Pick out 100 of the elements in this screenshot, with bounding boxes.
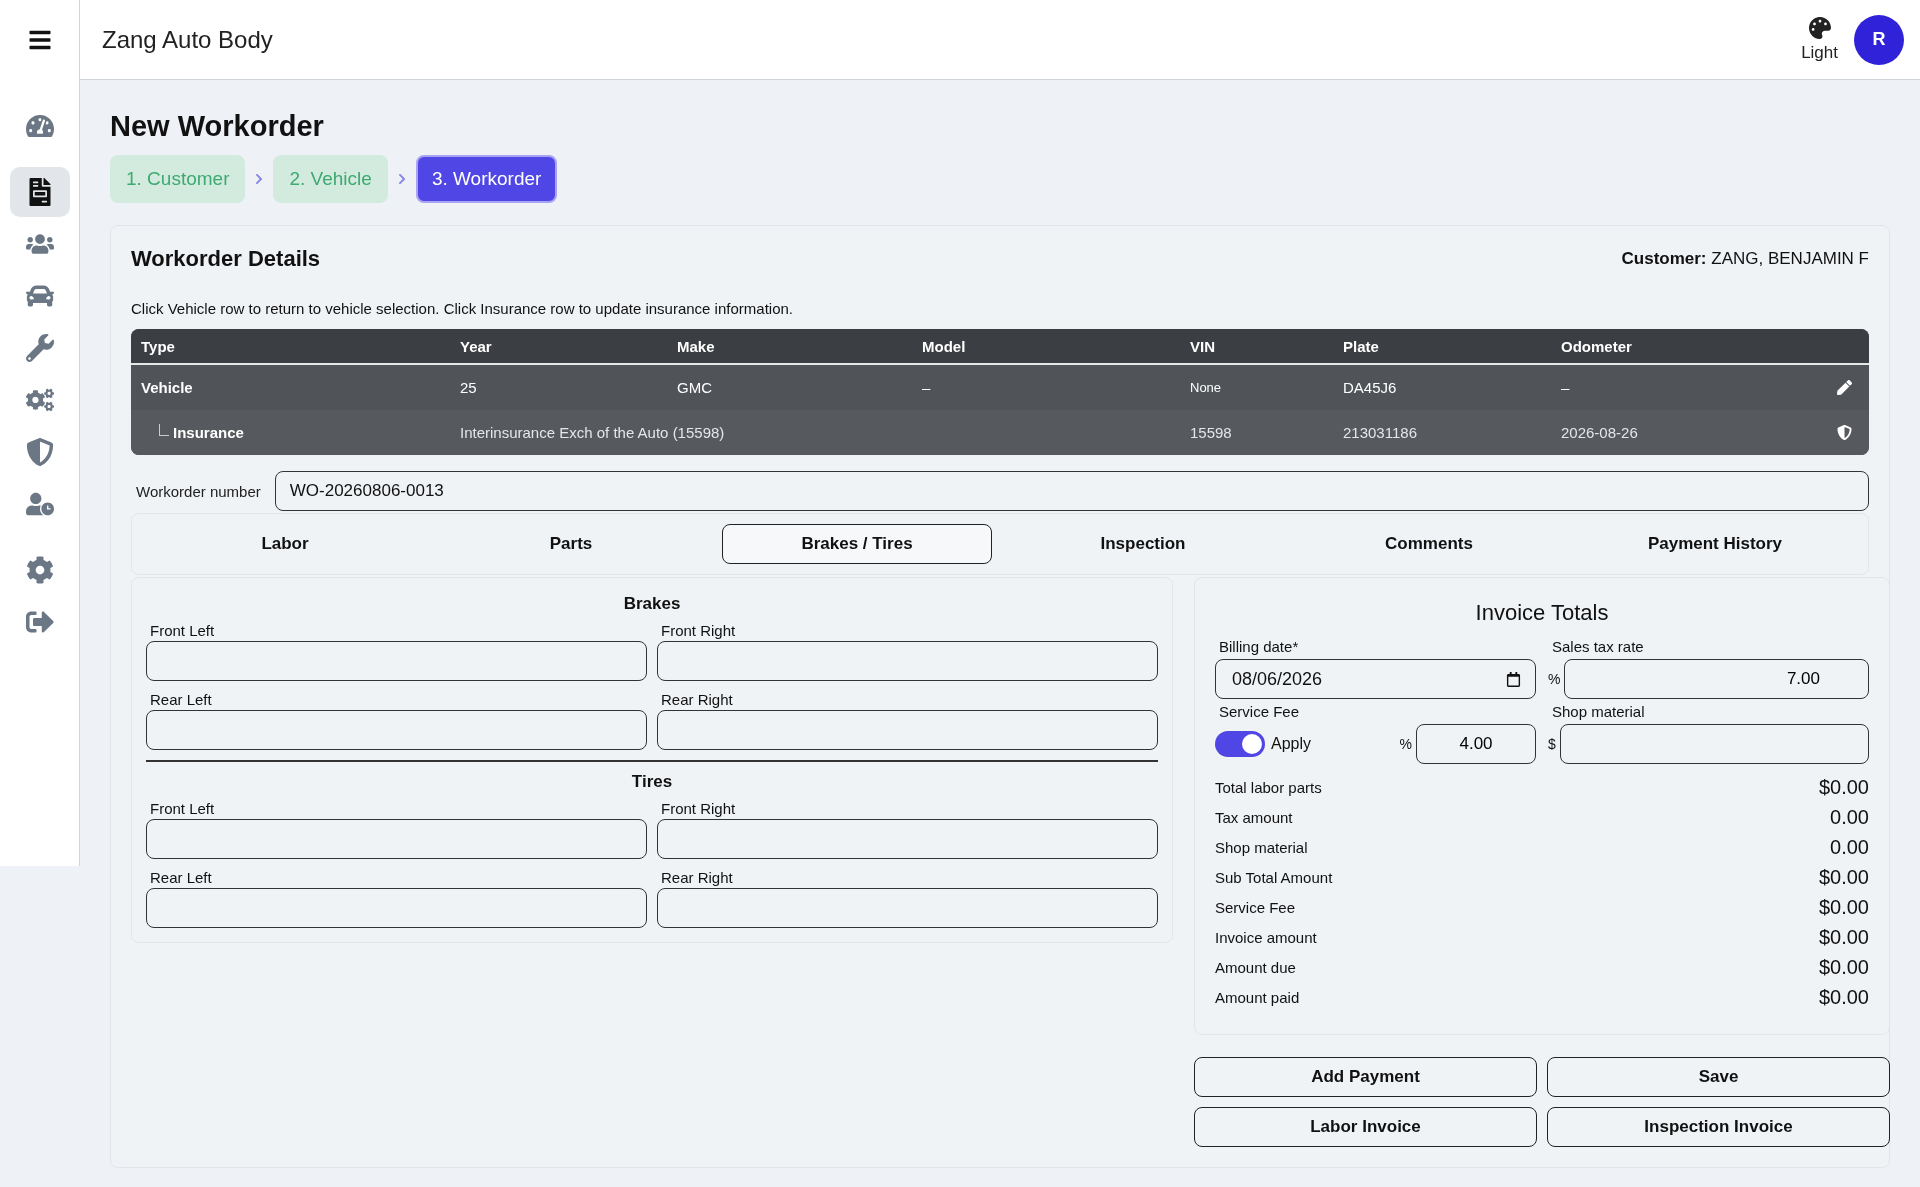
field-label: Billing date*	[1218, 638, 1300, 655]
input-field[interactable]	[657, 710, 1158, 750]
step-button[interactable]: 3. Workorder	[415, 155, 558, 203]
input-field[interactable]	[657, 888, 1158, 928]
prefix-text: $	[1548, 736, 1556, 752]
input-field[interactable]	[657, 641, 1158, 681]
date-field[interactable]: 08/06/2026	[1215, 659, 1536, 699]
table-cell: Interinsurance Exch of the Auto (15598)	[460, 424, 725, 441]
sidebar-item[interactable]	[9, 167, 70, 217]
edit-icon[interactable]	[1836, 380, 1852, 395]
total-label: Service Fee	[1215, 898, 1296, 916]
table-cell: 2026-08-26	[1561, 424, 1638, 441]
input-field[interactable]	[146, 819, 647, 859]
gauge-icon	[25, 112, 54, 140]
table-cell: 213031186	[1343, 424, 1417, 441]
total-label: Sub Total Amount	[1215, 868, 1333, 886]
total-label: Total labor parts	[1215, 778, 1322, 796]
user-avatar[interactable]: R	[1854, 14, 1904, 65]
field-label: Rear Right	[660, 869, 734, 886]
toggle-label: Apply	[1271, 735, 1313, 753]
action-button[interactable]: Save	[1547, 1057, 1890, 1097]
calendar-icon[interactable]	[1506, 671, 1521, 687]
invoice-title: Invoice Totals	[1474, 600, 1610, 626]
prefix-text: %	[1548, 671, 1561, 687]
shield-icon	[25, 438, 54, 466]
toggle-switch[interactable]	[1215, 731, 1265, 757]
input-field[interactable]	[146, 710, 647, 750]
section-heading: Tires	[630, 772, 674, 792]
total-value: $0.00	[1818, 775, 1869, 799]
action-button[interactable]: Inspection Invoice	[1547, 1107, 1890, 1147]
total-value: 0.00	[1830, 805, 1869, 829]
input-field[interactable]: 4.00	[1416, 724, 1536, 764]
column-header: Year	[459, 337, 493, 355]
action-button[interactable]: Add Payment	[1194, 1057, 1537, 1097]
table-cell: DA45J6	[1343, 379, 1397, 396]
gears-icon	[25, 386, 54, 414]
table-cell: None	[1190, 380, 1222, 395]
table-cell: 25	[460, 379, 477, 396]
total-label: Amount due	[1215, 958, 1296, 976]
table-cell: Insurance	[173, 424, 244, 441]
shield-icon[interactable]	[1836, 425, 1852, 440]
field-label: Shop material	[1551, 703, 1646, 720]
tab[interactable]: Parts	[436, 524, 706, 564]
tab[interactable]: Labor	[150, 524, 420, 564]
total-value: 0.00	[1830, 835, 1869, 859]
field-label: Sales tax rate	[1551, 638, 1645, 655]
field-label: Rear Left	[149, 691, 213, 708]
app-title: Zang Auto Body	[102, 25, 274, 54]
column-header: Model	[921, 337, 967, 355]
tab[interactable]: Brakes / Tires	[722, 524, 992, 564]
total-label: Shop material	[1215, 838, 1308, 856]
field-label: Workorder number	[136, 482, 261, 500]
field-label: Front Left	[149, 622, 216, 639]
section-title: Workorder Details	[131, 246, 321, 272]
table-cell: –	[922, 379, 931, 396]
input-field[interactable]	[146, 641, 647, 681]
input-field[interactable]: 7.00	[1564, 659, 1869, 699]
field-label: Front Right	[660, 622, 737, 639]
page-title: New Workorder	[110, 110, 325, 143]
hint-text: Click Vehicle row to return to vehicle selection. Click Insurance row to update insurance information.	[131, 300, 794, 317]
user-clock-icon	[25, 490, 54, 518]
input-field[interactable]	[146, 888, 647, 928]
table-row[interactable]: Insurance Interinsurance Exch of the Auto (15598) 15598 213031186 2026-08-26	[131, 410, 1869, 455]
wrench-icon	[25, 334, 54, 362]
field-label: Rear Left	[149, 869, 213, 886]
field-label: Rear Right	[660, 691, 734, 708]
total-value: $0.00	[1818, 985, 1869, 1009]
field-label: Front Left	[149, 800, 216, 817]
tree-branch-icon	[159, 423, 169, 436]
tab[interactable]: Comments	[1294, 524, 1564, 564]
table-cell: 15598	[1190, 424, 1232, 441]
tab[interactable]: Inspection	[1008, 524, 1278, 564]
total-value: $0.00	[1818, 955, 1869, 979]
total-label: Tax amount	[1215, 808, 1293, 826]
column-header: Odometer	[1560, 337, 1633, 355]
table-cell: GMC	[677, 379, 712, 396]
table-cell: Vehicle	[141, 379, 193, 396]
field-label: Front Right	[660, 800, 737, 817]
theme-button[interactable]: Light	[1801, 16, 1838, 63]
input-field[interactable]	[1559, 724, 1869, 764]
column-header: Make	[676, 337, 716, 355]
customer-text: Customer: ZANG, BENJAMIN F	[1621, 249, 1869, 269]
total-value: $0.00	[1818, 925, 1869, 949]
input-field[interactable]	[657, 819, 1158, 859]
menu-button[interactable]	[0, 0, 80, 80]
palette-icon	[1808, 16, 1831, 39]
prefix-text: %	[1399, 736, 1412, 752]
action-button[interactable]: Labor Invoice	[1194, 1107, 1537, 1147]
field-label: Service Fee	[1218, 703, 1301, 720]
column-header: VIN	[1189, 337, 1216, 355]
workorder-number-field[interactable]: WO-20260806-0013	[274, 471, 1869, 511]
column-header: Plate	[1342, 337, 1380, 355]
tab[interactable]: Payment History	[1580, 524, 1850, 564]
total-value: $0.00	[1818, 895, 1869, 919]
total-value: $0.00	[1818, 865, 1869, 889]
total-label: Amount paid	[1215, 988, 1300, 1006]
column-header: Type	[140, 337, 176, 355]
settings-icon	[25, 556, 54, 584]
section-heading: Brakes	[622, 594, 682, 614]
total-label: Invoice amount	[1215, 928, 1317, 946]
